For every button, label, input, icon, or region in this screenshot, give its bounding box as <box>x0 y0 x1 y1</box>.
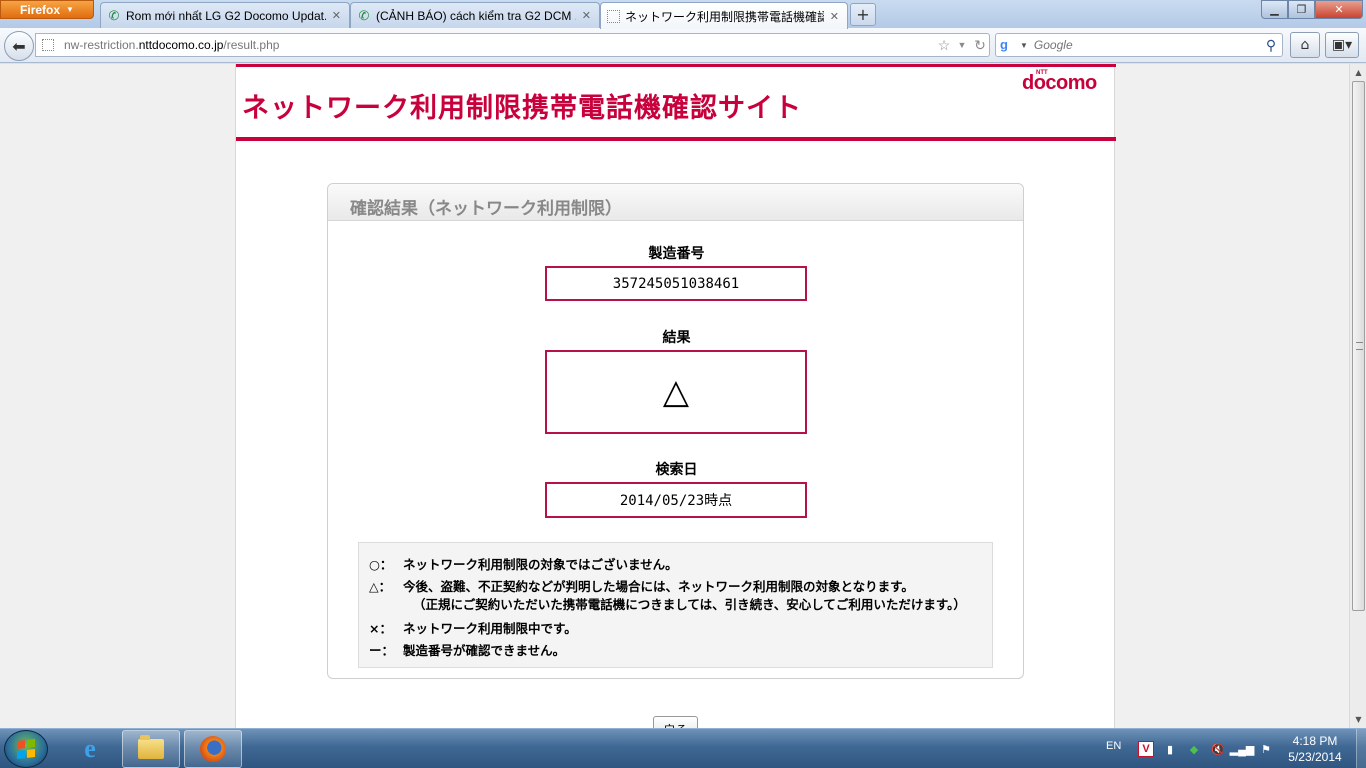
docomo-logo[interactable]: docomo <box>1022 72 1097 95</box>
tab-label: (CẢNH BÁO) cách kiểm tra G2 DCM ... <box>376 8 576 23</box>
imei-label: 製造番号 <box>648 246 705 262</box>
battery-icon[interactable]: ▮ <box>1162 741 1178 757</box>
legend-symbol: △： <box>369 578 392 594</box>
reload-icon[interactable]: ↻ <box>971 37 989 54</box>
clock-time: 4:18 PM <box>1292 734 1338 748</box>
network-app-icon[interactable]: ◆ <box>1186 741 1202 757</box>
back-button-page[interactable]: 戻る <box>653 716 698 728</box>
back-button[interactable]: ⬅ <box>4 31 34 61</box>
address-bar[interactable]: nw-restriction.nttdocomo.co.jp/result.ph… <box>35 33 990 57</box>
google-icon[interactable]: g <box>1000 37 1020 53</box>
clock[interactable]: 4:18 PM 5/23/2014 <box>1276 733 1354 765</box>
tab-3-active[interactable]: ネットワーク利用制限携帯電話機確認... ✕ <box>600 2 848 29</box>
action-center-flag-icon[interactable]: ⚑ <box>1258 741 1274 757</box>
legend-symbol: ×： <box>369 620 392 636</box>
bookmark-star-icon[interactable]: ☆ <box>935 37 953 54</box>
internet-explorer-icon[interactable]: e <box>61 730 119 768</box>
taskbar: e EN V ▮ ◆ 🔇 ▂▄▆ ⚑ 4:18 PM 5/23/2014 <box>0 728 1366 768</box>
firefox-menu-label: Firefox <box>20 2 61 17</box>
legend-text: ネットワーク利用制限の対象ではございません。 <box>403 556 678 572</box>
result-legend: ○： ネットワーク利用制限の対象ではございません。 △： 今後、盗難、不正契約な… <box>358 542 993 668</box>
tab-label: Rom mới nhất LG G2 Docomo Updat... <box>126 8 326 23</box>
firefox-icon[interactable] <box>184 730 242 768</box>
search-date-value: 2014/05/23時点 <box>619 493 733 509</box>
firefox-menu-button[interactable]: Firefox ▼ <box>0 0 94 19</box>
arrow-left-icon: ⬅ <box>12 36 26 56</box>
site-identity-icon[interactable] <box>42 39 54 51</box>
legend-item: ×： ネットワーク利用制限中です。 <box>369 616 992 638</box>
clock-date: 5/23/2014 <box>1288 750 1342 764</box>
result-heading: 確認結果（ネットワーク利用制限） <box>350 199 622 219</box>
home-button[interactable]: ⌂ <box>1290 32 1320 58</box>
tab-1[interactable]: ✆ Rom mới nhất LG G2 Docomo Updat... ✕ <box>100 2 350 28</box>
legend-item: ー： 製造番号が確認できません。 <box>369 638 992 660</box>
search-date-box: 2014/05/23時点 <box>545 482 807 518</box>
site-title: ネットワーク利用制限携帯電話機確認サイト <box>242 93 802 124</box>
legend-text-continuation: （正規にご契約いただいた携帯電話機につきましては、引き続き、安心してご利用いただ… <box>413 597 966 612</box>
minimize-button[interactable]: ▁ <box>1261 0 1288 19</box>
close-window-button[interactable]: ✕ <box>1315 0 1363 19</box>
legend-text: ネットワーク利用制限中です。 <box>403 620 577 636</box>
browser-titlebar: Firefox ▼ ✆ Rom mới nhất LG G2 Docomo Up… <box>0 0 1366 29</box>
legend-symbol: ○： <box>369 556 393 572</box>
grip-icon <box>1356 342 1363 350</box>
legend-symbol: ー： <box>369 642 395 658</box>
phone-icon: ✆ <box>358 7 370 23</box>
result-value-box: △ <box>545 350 807 434</box>
search-bar[interactable]: g ▼ ⚲ <box>995 33 1283 57</box>
tab-label: ネットワーク利用制限携帯電話機確認... <box>625 9 824 24</box>
close-icon[interactable]: ✕ <box>830 10 839 23</box>
scroll-down-arrow-icon[interactable]: ▼ <box>1350 711 1366 728</box>
scroll-up-arrow-icon[interactable]: ▲ <box>1350 64 1366 81</box>
chevron-down-icon[interactable]: ▼ <box>1020 41 1028 50</box>
chevron-down-icon: ▼ <box>66 5 74 14</box>
history-dropdown-icon[interactable]: ▼ <box>953 40 971 50</box>
scrollbar-thumb[interactable] <box>1352 81 1365 611</box>
home-icon: ⌂ <box>1300 37 1310 53</box>
top-divider <box>236 64 1116 67</box>
url-text: nw-restriction.nttdocomo.co.jp/result.ph… <box>64 38 280 52</box>
file-explorer-icon[interactable] <box>122 730 180 768</box>
close-icon[interactable]: ✕ <box>332 9 341 22</box>
result-panel: 確認結果（ネットワーク利用制限） 製造番号 357245051038461 結果… <box>327 183 1024 679</box>
navigation-toolbar: ⬅ nw-restriction.nttdocomo.co.jp/result.… <box>0 28 1366 63</box>
page-container: ネットワーク利用制限携帯電話機確認サイト NTT docomo 確認結果（ネット… <box>235 64 1116 728</box>
volume-muted-icon[interactable]: 🔇 <box>1210 741 1226 757</box>
vertical-scrollbar[interactable]: ▲ ▼ <box>1349 64 1366 728</box>
blank-page-icon <box>607 9 620 23</box>
result-panel-header: 確認結果（ネットワーク利用制限） <box>328 184 1023 221</box>
search-input[interactable] <box>1033 38 1260 52</box>
result-status-symbol: △ <box>662 372 690 412</box>
imei-value: 357245051038461 <box>612 275 740 292</box>
legend-item: △： 今後、盗難、不正契約などが判明した場合には、ネットワーク利用制限の対象とな… <box>369 574 992 596</box>
search-date-label: 検索日 <box>655 462 698 478</box>
show-desktop-button[interactable] <box>1356 729 1366 768</box>
imei-value-box: 357245051038461 <box>545 266 807 301</box>
new-tab-button[interactable]: + <box>850 3 876 26</box>
legend-item: ○： ネットワーク利用制限の対象ではございません。 <box>369 552 992 574</box>
maximize-button[interactable]: ❐ <box>1288 0 1315 19</box>
phone-icon: ✆ <box>108 7 120 23</box>
plus-icon: + <box>856 5 870 24</box>
antivirus-icon[interactable]: V <box>1138 741 1154 757</box>
windows-logo-icon <box>17 739 35 759</box>
close-icon[interactable]: ✕ <box>582 9 591 22</box>
start-button[interactable] <box>4 730 48 768</box>
result-label: 結果 <box>662 330 691 346</box>
page-menu-button[interactable]: ▣▾ <box>1325 32 1359 58</box>
legend-text: 製造番号が確認できません。 <box>403 642 566 658</box>
language-indicator[interactable]: EN <box>1106 740 1121 752</box>
header-divider <box>236 137 1116 141</box>
legend-text: 今後、盗難、不正契約などが判明した場合には、ネットワーク利用制限の対象となります… <box>403 578 914 594</box>
signal-strength-icon[interactable]: ▂▄▆ <box>1230 741 1255 757</box>
menu-icon: ▣▾ <box>1331 37 1353 53</box>
tab-2[interactable]: ✆ (CẢNH BÁO) cách kiểm tra G2 DCM ... ✕ <box>350 2 600 28</box>
page-viewport: ネットワーク利用制限携帯電話機確認サイト NTT docomo 確認結果（ネット… <box>0 64 1349 728</box>
search-icon[interactable]: ⚲ <box>1260 37 1282 54</box>
